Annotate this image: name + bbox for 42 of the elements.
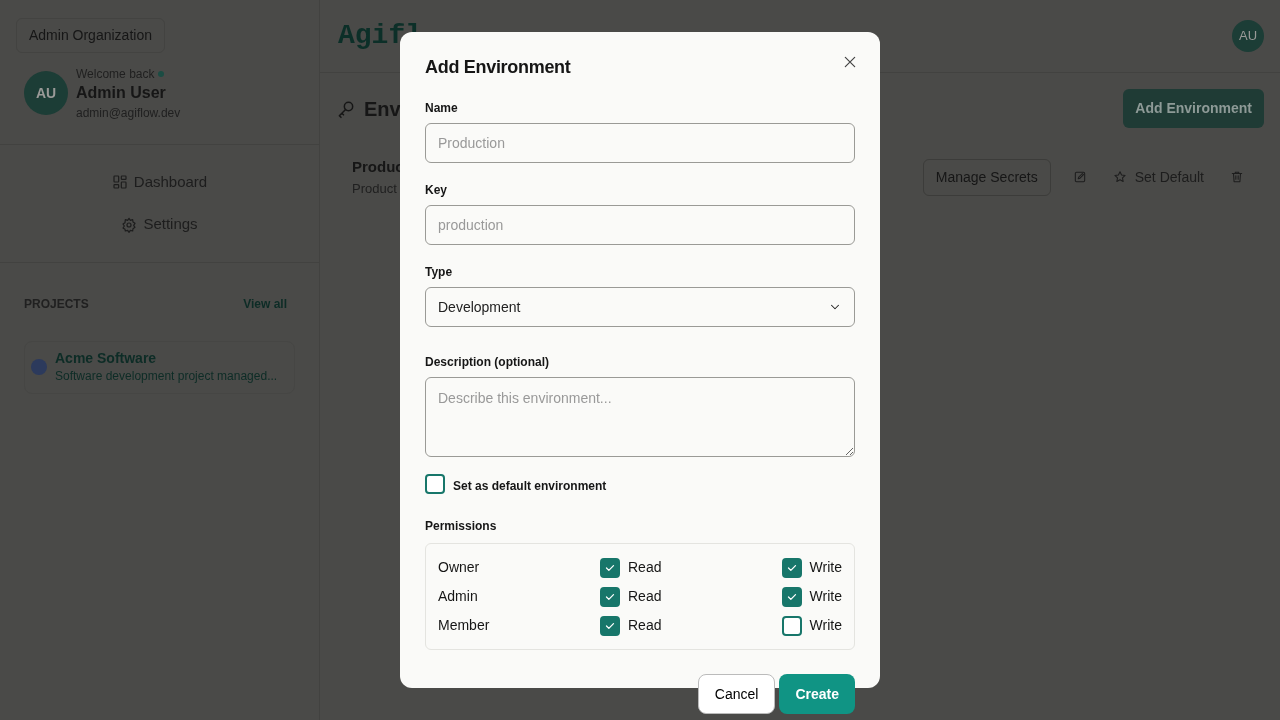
checkbox-label: Read bbox=[628, 587, 662, 606]
role-name: Member bbox=[438, 616, 491, 635]
field-label: Description (optional) bbox=[425, 354, 550, 371]
select-field[interactable]: Development bbox=[425, 287, 855, 327]
role-name: Owner bbox=[438, 558, 481, 577]
checkbox-label: Read bbox=[628, 616, 662, 635]
user-avatar[interactable]: AU bbox=[1232, 20, 1264, 52]
checkbox-label: Write bbox=[809, 558, 842, 577]
field-label: Name bbox=[425, 100, 459, 117]
grid-icon bbox=[111, 174, 128, 191]
role-name: Admin bbox=[438, 587, 479, 606]
checkbox-label: Write bbox=[809, 587, 842, 606]
star-icon bbox=[1112, 170, 1127, 184]
checkbox-label: Set as default environment bbox=[453, 478, 607, 495]
checkbox-label: Write bbox=[809, 616, 842, 635]
project-item[interactable]: Acme Software Software development project managed... bbox=[24, 340, 295, 394]
create-button[interactable]: Create bbox=[779, 674, 855, 714]
edit-icon bbox=[1072, 170, 1087, 184]
checkbox[interactable] bbox=[781, 615, 802, 636]
checkbox[interactable] bbox=[600, 586, 620, 607]
checkbox[interactable] bbox=[600, 557, 620, 578]
checkbox[interactable] bbox=[781, 557, 802, 578]
project-description: Software development project managed... bbox=[55, 367, 278, 385]
view-all-link[interactable]: View all bbox=[243, 294, 287, 313]
checkbox[interactable] bbox=[425, 474, 445, 494]
text-field[interactable]: Production bbox=[425, 123, 855, 163]
field-label: Permissions bbox=[425, 518, 498, 535]
dialog-title: Add Environment bbox=[425, 56, 571, 79]
close-icon bbox=[842, 54, 858, 70]
project-name: Acme Software bbox=[55, 349, 158, 367]
checkbox[interactable] bbox=[781, 586, 802, 607]
checkbox[interactable] bbox=[600, 615, 620, 636]
trash-icon bbox=[1230, 170, 1244, 184]
field-label: Type bbox=[425, 264, 454, 281]
add-environment-button[interactable]: Add Environment bbox=[1123, 89, 1264, 128]
text-field[interactable]: production bbox=[425, 205, 855, 245]
text-area[interactable]: Describe this environment... bbox=[425, 377, 855, 457]
settings-icon bbox=[121, 216, 138, 233]
field-label: Key bbox=[425, 182, 448, 199]
cancel-button[interactable]: Cancel bbox=[697, 674, 776, 714]
user-avatar: AU bbox=[24, 71, 68, 116]
checkbox-label: Read bbox=[628, 558, 662, 577]
